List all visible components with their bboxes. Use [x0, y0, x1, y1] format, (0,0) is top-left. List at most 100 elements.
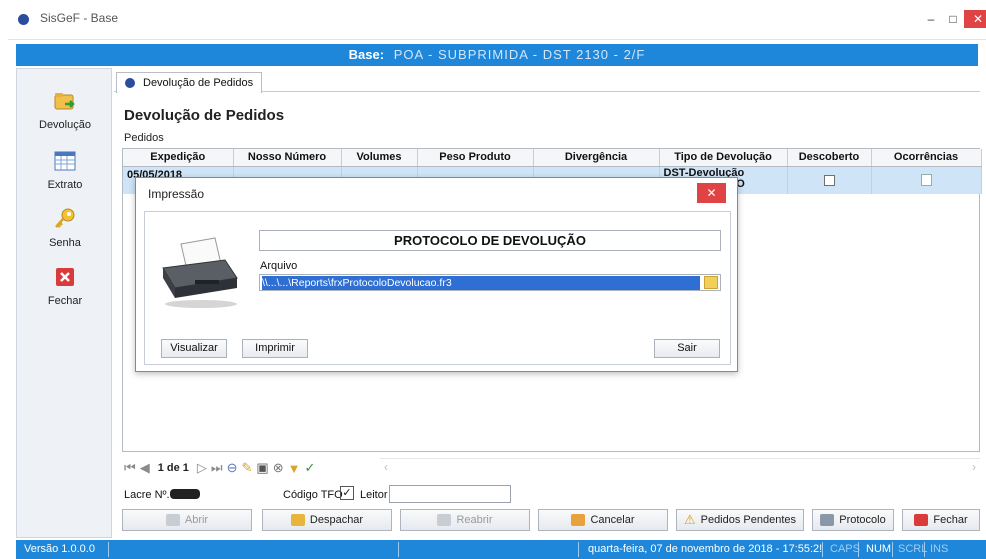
- close-icon: [914, 514, 929, 526]
- status-separator: [858, 542, 859, 557]
- sair-button[interactable]: Sair: [654, 339, 720, 358]
- grid-header-row: Expedição Nosso Número Volumes Peso Prod…: [123, 149, 982, 167]
- column-header[interactable]: Tipo de Devolução: [659, 149, 788, 167]
- fechar-button[interactable]: Fechar: [902, 509, 980, 531]
- leitor-input[interactable]: [389, 485, 511, 503]
- impressao-dialog: Impressão ✕ PROTOCOLO DE DEVOLUÇÃO Arqui…: [135, 177, 738, 372]
- sidebar-item-extrato[interactable]: Extrato: [17, 141, 113, 199]
- sidebar-item-fechar[interactable]: Fechar: [17, 257, 113, 315]
- button-label: Pedidos Pendentes: [700, 514, 797, 526]
- sidebar-item-label: Fechar: [47, 295, 83, 307]
- column-header[interactable]: Descoberto: [787, 149, 872, 167]
- horizontal-scrollbar[interactable]: ‹ ›: [380, 458, 980, 476]
- table-icon: [54, 151, 76, 171]
- status-bar: Versão 1.0.0.0 quarta-feira, 07 de novem…: [16, 540, 986, 559]
- tfo-checkbox[interactable]: ✓: [340, 486, 354, 500]
- sidebar-item-label: Senha: [49, 237, 81, 249]
- page-indicator: 1 de 1: [157, 462, 189, 474]
- window-title: SisGeF - Base: [40, 11, 119, 25]
- sidebar: Devolução Extrato Senha Fechar: [16, 68, 112, 538]
- sidebar-item-devolucao[interactable]: Devolução: [17, 81, 113, 139]
- column-header[interactable]: Expedição: [123, 149, 234, 167]
- column-header[interactable]: Volumes: [341, 149, 418, 167]
- arquivo-value: \\...\...\Reports\frxProtocoloDevolucao.…: [262, 276, 700, 290]
- sidebar-item-label: Extrato: [47, 179, 83, 191]
- protocolo-button[interactable]: Protocolo: [812, 509, 894, 531]
- button-label: Despachar: [309, 514, 364, 526]
- bookmark-icon[interactable]: ✓: [304, 460, 315, 476]
- remove-icon[interactable]: ⊖: [227, 460, 238, 476]
- sidebar-item-senha[interactable]: Senha: [17, 199, 113, 257]
- scroll-left-icon[interactable]: ‹: [384, 460, 388, 474]
- arquivo-label: Arquivo: [260, 260, 298, 272]
- imprimir-button[interactable]: Imprimir: [242, 339, 308, 358]
- descoberto-checkbox[interactable]: [823, 174, 835, 186]
- ins-indicator: INS: [930, 543, 949, 555]
- tab-devolucao-pedidos[interactable]: Devolução de Pedidos: [116, 72, 263, 93]
- folder-cancel-icon: [571, 514, 586, 526]
- reabrir-button[interactable]: Reabrir: [400, 509, 530, 531]
- caps-indicator: CAPS: [830, 543, 860, 555]
- warning-icon: ⚠: [683, 512, 696, 527]
- last-page-icon[interactable]: ⏭: [211, 460, 223, 476]
- status-separator: [924, 542, 925, 557]
- abrir-button[interactable]: Abrir: [122, 509, 252, 531]
- sidebar-item-label: Devolução: [39, 119, 91, 131]
- tab-strip: Devolução de Pedidos: [114, 68, 980, 93]
- window-titlebar: SisGeF - Base – □ ✕: [8, 0, 986, 40]
- protocol-title: PROTOCOLO DE DEVOLUÇÃO: [259, 230, 721, 251]
- base-banner: Base: POA - SUBPRIMIDA - DST 2130 - 2/F: [16, 44, 978, 66]
- tab-label: Devolução de Pedidos: [143, 77, 254, 89]
- status-separator: [892, 542, 893, 557]
- close-window-button[interactable]: ✕: [964, 10, 986, 28]
- key-icon: [55, 208, 75, 228]
- printer-icon: [162, 237, 238, 308]
- version-label: Versão 1.0.0.0: [24, 543, 95, 555]
- button-label: Fechar: [933, 514, 968, 526]
- lacre-redacted: [170, 489, 200, 499]
- base-label: Base:: [348, 47, 385, 62]
- ocorrencias-icon[interactable]: [920, 173, 932, 186]
- button-label: Abrir: [184, 514, 209, 526]
- lacre-label: Lacre Nº.: [124, 489, 170, 501]
- scroll-right-icon[interactable]: ›: [972, 460, 976, 474]
- folder-arrow-icon: [54, 93, 75, 110]
- dialog-title: Impressão: [148, 187, 205, 201]
- folder-icon: [165, 514, 180, 526]
- column-header[interactable]: Ocorrências: [871, 149, 982, 167]
- edit-icon[interactable]: ✎: [242, 460, 253, 476]
- cancelar-button[interactable]: Cancelar: [538, 509, 668, 531]
- datetime-label: quarta-feira, 07 de novembro de 2018 - 1…: [588, 543, 823, 555]
- column-header[interactable]: Nosso Número: [233, 149, 342, 167]
- printer-icon: [820, 514, 835, 526]
- button-label: Reabrir: [456, 514, 493, 526]
- prev-page-icon[interactable]: ◀: [140, 460, 150, 476]
- close-icon: [56, 268, 74, 286]
- minimize-button[interactable]: –: [920, 10, 942, 28]
- folder-browse-icon[interactable]: [704, 276, 718, 289]
- first-page-icon[interactable]: ⏮: [124, 460, 136, 476]
- app-icon: [18, 14, 29, 25]
- column-header[interactable]: Peso Produto: [417, 149, 534, 167]
- pedidos-pendentes-button[interactable]: ⚠ Pedidos Pendentes: [676, 509, 804, 531]
- lacre-field[interactable]: [166, 486, 266, 503]
- save-icon[interactable]: ▣: [256, 460, 268, 476]
- filter-icon[interactable]: ▼: [288, 461, 301, 476]
- status-separator: [822, 542, 823, 557]
- drive-icon: [437, 514, 452, 526]
- tfo-label: Código TFO: [283, 489, 343, 501]
- tab-icon: [125, 78, 135, 88]
- button-label: Cancelar: [590, 514, 635, 526]
- grid-navigator: ⏮ ◀ 1 de 1 ▷ ⏭ ⊖ ✎ ▣ ⊗ ▼ ✓: [124, 458, 315, 478]
- next-page-icon[interactable]: ▷: [197, 460, 207, 476]
- despachar-button[interactable]: Despachar: [262, 509, 392, 531]
- arquivo-input[interactable]: \\...\...\Reports\frxProtocoloDevolucao.…: [259, 274, 721, 291]
- column-header[interactable]: Divergência: [533, 149, 660, 167]
- dialog-close-button[interactable]: ✕: [697, 183, 726, 203]
- visualizar-button[interactable]: Visualizar: [161, 339, 227, 358]
- maximize-button[interactable]: □: [942, 10, 964, 28]
- num-indicator: NUM: [866, 543, 892, 555]
- cancel-icon[interactable]: ⊗: [273, 460, 284, 476]
- section-label: Pedidos: [124, 132, 164, 144]
- scrl-indicator: SCRL: [898, 543, 928, 555]
